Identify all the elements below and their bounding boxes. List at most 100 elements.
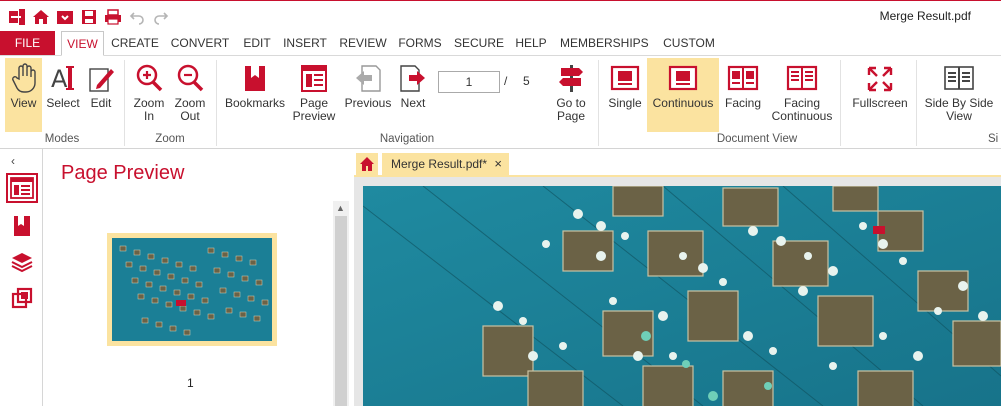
select-text-icon: A <box>47 61 79 95</box>
tab-create[interactable]: CREATE <box>108 31 162 56</box>
home-tab[interactable] <box>356 153 378 175</box>
page-preview-panel-icon <box>10 177 34 199</box>
attachment-icon <box>11 287 33 309</box>
page-preview-panel-button[interactable] <box>6 173 38 203</box>
document-tab[interactable]: Merge Result.pdf* × <box>382 153 509 175</box>
total-pages: 5 <box>523 74 530 88</box>
side-by-side-label-2: View <box>946 109 972 123</box>
group-navigation-label: Navigation <box>379 133 435 145</box>
layers-panel-button[interactable] <box>6 247 38 277</box>
undo-icon[interactable] <box>126 6 148 28</box>
group-document-view-label: Document View <box>716 133 798 145</box>
page-preview-icon <box>298 61 330 95</box>
signpost-icon <box>555 61 587 95</box>
facing-button[interactable]: Facing <box>722 58 764 132</box>
side-by-side-button[interactable]: Side By Side View <box>924 58 994 132</box>
zoom-out-button[interactable]: Zoom Out <box>171 58 209 132</box>
view-mode-button[interactable]: View <box>5 58 42 132</box>
home-tab-icon <box>359 156 375 172</box>
page-preview-title: Page Preview <box>61 162 185 184</box>
zoom-in-button[interactable]: Zoom In <box>130 58 168 132</box>
open-folder-icon[interactable] <box>54 6 76 28</box>
tab-insert[interactable]: INSERT <box>282 31 328 56</box>
zoom-in-label-2: In <box>143 109 154 123</box>
page-preview-panel: Page Preview 1 <box>43 149 349 406</box>
fullscreen-button[interactable]: Fullscreen <box>850 58 910 132</box>
continuous-button[interactable]: Continuous <box>647 58 719 132</box>
next-arrow-icon <box>397 61 429 95</box>
facing-label: Facing <box>724 96 762 110</box>
document-viewer[interactable] <box>354 177 1001 406</box>
hand-icon <box>8 61 40 95</box>
home-icon[interactable] <box>30 6 52 28</box>
edit-pencil-icon <box>85 61 117 95</box>
tab-memberships[interactable]: MEMBERSHIPS <box>560 31 649 56</box>
redo-icon[interactable] <box>150 6 172 28</box>
svg-text:A: A <box>51 65 68 93</box>
ribbon-separator <box>840 60 841 146</box>
attachments-panel-button[interactable] <box>6 283 38 313</box>
previous-page-button[interactable]: Previous <box>342 58 394 132</box>
page-preview-button[interactable]: Page Preview <box>292 58 336 132</box>
next-label: Next <box>400 96 426 110</box>
single-label: Single <box>608 96 642 110</box>
close-tab-icon[interactable]: × <box>494 153 502 175</box>
view-label: View <box>10 96 37 110</box>
continuous-label: Continuous <box>652 96 714 110</box>
select-label: Select <box>46 96 80 110</box>
go-to-page-button[interactable]: Go to Page <box>552 58 590 132</box>
zoom-out-icon <box>174 61 206 95</box>
page-thumbnail[interactable] <box>107 233 277 346</box>
bookmark-icon <box>239 61 271 95</box>
ribbon-separator <box>916 60 917 146</box>
tab-convert[interactable]: CONVERT <box>168 31 232 56</box>
group-modes-label: Modes <box>44 133 80 145</box>
bookmarks-button[interactable]: Bookmarks <box>224 58 286 132</box>
tab-file[interactable]: FILE <box>0 31 55 56</box>
zoom-in-icon <box>133 61 165 95</box>
save-icon[interactable] <box>78 6 100 28</box>
zoom-out-label-2: Out <box>180 109 200 123</box>
preview-scrollbar[interactable]: ▲ <box>333 201 349 406</box>
page-separator: / <box>504 74 508 88</box>
current-page-input[interactable]: 1 <box>438 71 500 93</box>
fullscreen-icon <box>864 61 896 95</box>
document-tab-label: Merge Result.pdf* <box>391 157 488 171</box>
collapse-chevron-icon[interactable]: ‹ <box>11 154 15 168</box>
previous-label: Previous <box>344 96 392 110</box>
previous-arrow-icon <box>352 61 384 95</box>
scrollbar-thumb[interactable] <box>335 216 347 406</box>
single-page-icon <box>609 61 641 95</box>
bookmarks-panel-button[interactable] <box>6 211 38 241</box>
facing-continuous-label-2: Continuous <box>771 109 833 123</box>
tab-forms[interactable]: FORMS <box>396 31 444 56</box>
bookmarks-label: Bookmarks <box>224 96 286 110</box>
page-thumbnail-image <box>112 238 272 341</box>
tab-secure[interactable]: SECURE <box>454 31 504 56</box>
print-icon[interactable] <box>102 6 124 28</box>
layers-icon <box>11 251 33 273</box>
document-tab-bar: Merge Result.pdf* × <box>354 153 1001 177</box>
facing-continuous-button[interactable]: Facing Continuous <box>768 58 836 132</box>
group-zoom-label: Zoom <box>155 133 185 145</box>
tab-edit[interactable]: EDIT <box>240 31 274 56</box>
facing-pages-icon <box>727 61 759 95</box>
single-page-button[interactable]: Single <box>605 58 645 132</box>
continuous-page-icon <box>667 61 699 95</box>
bookmark-panel-icon <box>12 215 32 237</box>
edit-label: Edit <box>90 96 112 110</box>
tab-view[interactable]: VIEW <box>61 31 104 56</box>
page-preview-label-2: Preview <box>292 109 336 123</box>
left-panel-rail: ‹ <box>0 149 43 406</box>
ribbon: View A Select Edit Modes Zoom In Zoom Ou… <box>0 56 1001 149</box>
edit-mode-button[interactable]: Edit <box>84 58 118 132</box>
select-mode-button[interactable]: A Select <box>45 58 81 132</box>
tab-help[interactable]: HELP <box>512 31 550 56</box>
side-by-side-icon <box>943 61 975 95</box>
scroll-up-icon[interactable]: ▲ <box>336 203 345 213</box>
title-bar: Merge Result.pdf <box>0 0 1001 31</box>
next-page-button[interactable]: Next <box>396 58 430 132</box>
tab-review[interactable]: REVIEW <box>338 31 388 56</box>
tab-custom[interactable]: CUSTOM <box>658 31 720 56</box>
menu-bar: FILE VIEW CREATE CONVERT EDIT INSERT REV… <box>0 31 1001 56</box>
